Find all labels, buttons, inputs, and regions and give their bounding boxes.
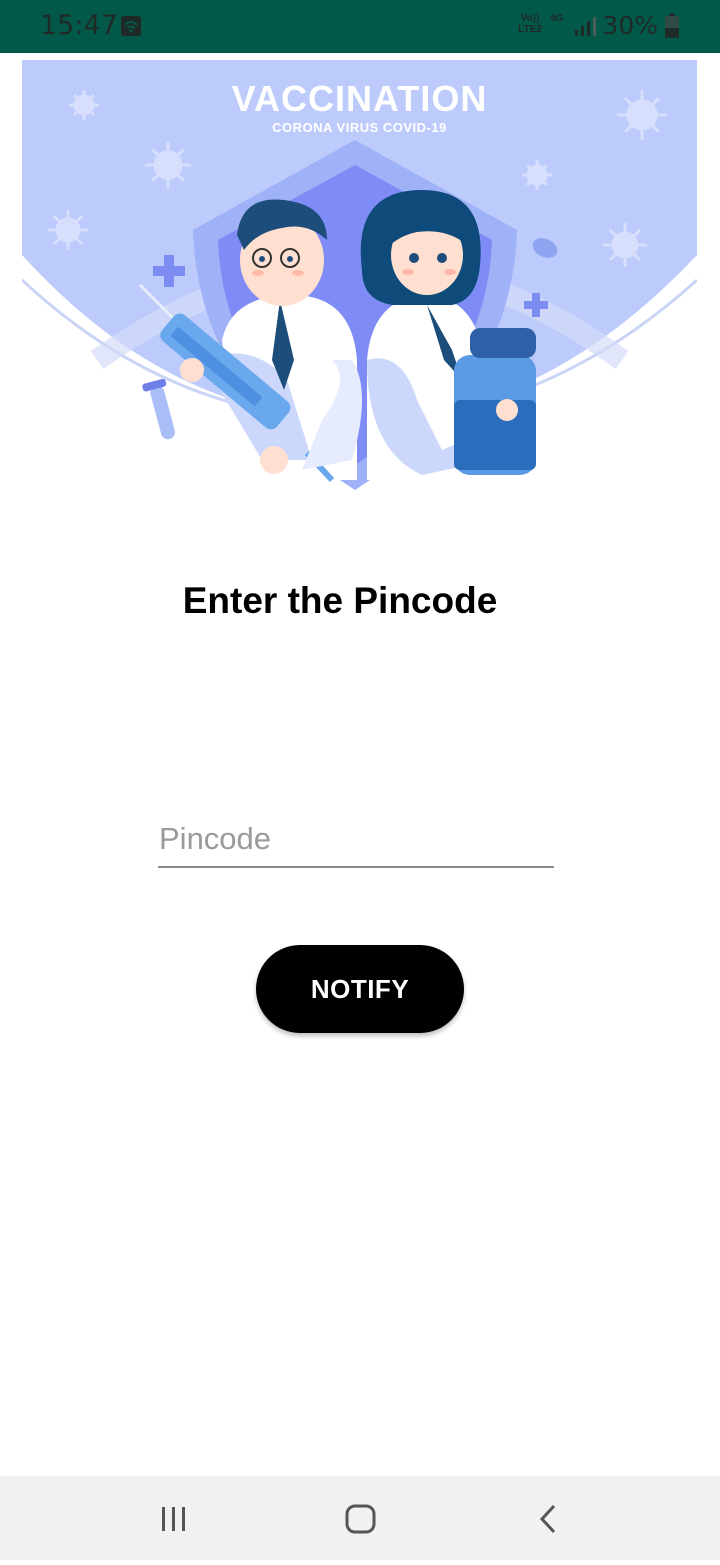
lte-label: LTE2	[518, 24, 542, 35]
status-bar: 15:47 Vo)) LTE2 4G 30%	[0, 0, 720, 53]
battery-icon	[664, 13, 680, 44]
recent-apps-icon	[162, 1507, 185, 1531]
banner-subtitle: CORONA VIRUS COVID-19	[272, 120, 447, 135]
signal-icon	[574, 16, 598, 43]
volte-label: Vo))	[520, 13, 540, 24]
home-button[interactable]	[300, 1476, 420, 1560]
back-button[interactable]	[488, 1476, 608, 1560]
banner-title: VACCINATION	[231, 78, 488, 119]
page-heading: Enter the Pincode	[182, 580, 498, 621]
home-icon	[345, 1504, 376, 1534]
status-time: 15:47	[40, 10, 118, 41]
vaccination-banner: VACCINATION CORONA VIRUS COVID-19	[22, 60, 697, 500]
back-icon	[539, 1504, 556, 1534]
recent-apps-button[interactable]	[114, 1476, 234, 1560]
pincode-input[interactable]	[158, 812, 554, 868]
battery-percent: 30%	[602, 11, 658, 40]
network-indicator: Vo)) LTE2	[516, 13, 544, 35]
notify-button[interactable]: NOTIFY	[256, 945, 464, 1033]
navigation-bar	[0, 1476, 720, 1560]
sim-icon	[120, 15, 142, 42]
network-type: 4G	[550, 13, 564, 24]
